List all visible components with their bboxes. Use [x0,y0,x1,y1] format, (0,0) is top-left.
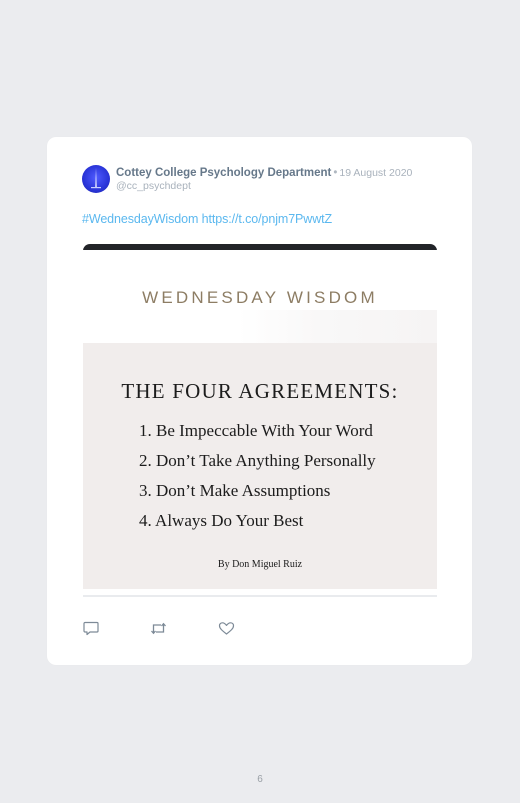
retweet-icon [151,622,166,635]
agreement-item: 3. Don’t Make Assumptions [139,481,331,500]
byline: By Don Miguel Ruiz [217,559,303,570]
agreements-list: 1. Be Impeccable With Your Word 2. Don’t… [139,419,376,539]
image-header: WEDNESDAY WISDOM [142,288,378,307]
hashtag-link[interactable]: #WednesdayWisdom [82,212,198,226]
spire-icon [91,168,101,189]
agreements-heading: THE FOUR AGREEMENTS: [121,379,399,403]
separator: • [333,167,338,179]
tweet-text: #WednesdayWisdom https://t.co/pnjm7PwwtZ [82,212,332,226]
post-date[interactable]: 19 August 2020 [339,167,412,179]
quote-box: THE FOUR AGREEMENTS: 1. Be Impeccable Wi… [83,343,437,589]
tweet-card: Cottey College Psychology Department • 19 … [47,137,472,665]
page-number: 6 [257,774,263,785]
avatar[interactable] [82,165,110,193]
image-bottom [83,589,437,599]
retweet-button[interactable] [150,621,167,636]
agreement-item: 4. Always Do Your Best [139,511,304,530]
author-name[interactable]: Cottey College Psychology Department [116,167,331,179]
heart-icon [218,622,235,635]
agreement-item: 1. Be Impeccable With Your Word [139,421,373,440]
author-line: Cottey College Psychology Department • 19 … [116,166,412,180]
reply-button[interactable] [83,621,100,636]
tweet-image[interactable]: WEDNESDAY WISDOM THE FOUR AGREEMENTS: 1.… [83,244,437,599]
url-link[interactable]: https://t.co/pnjm7PwwtZ [202,212,332,226]
agreement-item: 2. Don’t Take Anything Personally [139,451,376,470]
comment-icon [83,621,99,636]
image-fade [238,310,437,344]
author-handle[interactable]: @cc_psychdept [116,180,191,192]
like-button[interactable] [218,621,235,636]
image-divider [83,595,437,597]
image-top-bar [83,244,437,250]
